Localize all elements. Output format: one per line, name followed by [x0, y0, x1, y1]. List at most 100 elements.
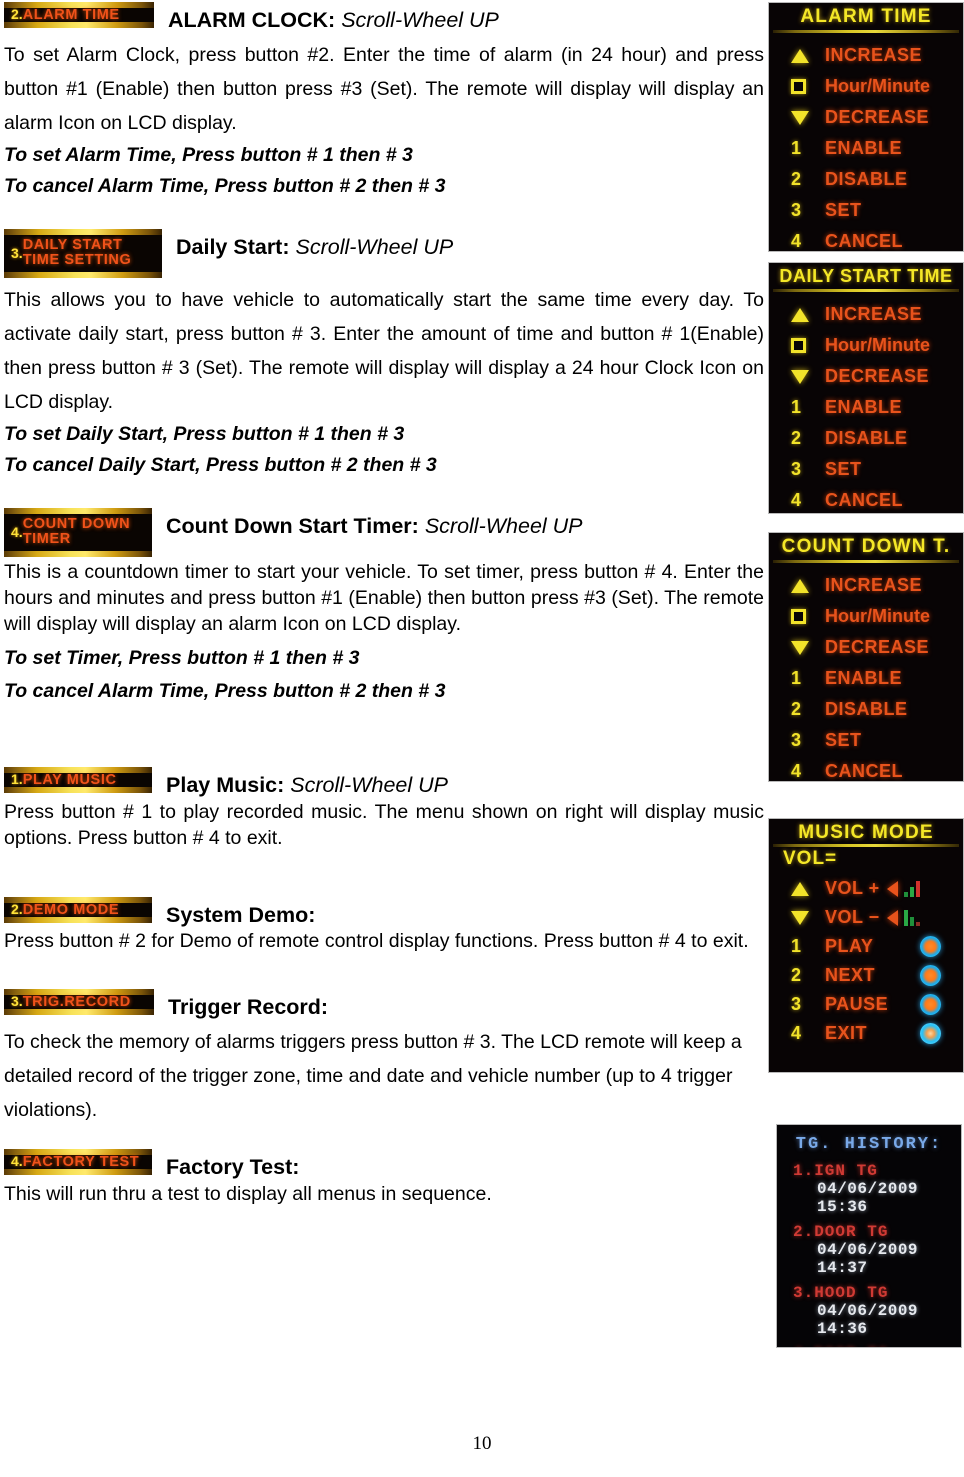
section-alarm-clock: 2.ALARM TIME ALARM CLOCK: Scroll-Wheel U…	[4, 0, 764, 202]
section-title-sub: Scroll-Wheel UP	[341, 8, 499, 32]
speaker-icon	[886, 909, 898, 926]
section-title: Daily Start: Scroll-Wheel UP	[162, 229, 453, 259]
lcd-menu-list: INCREASE Hour/Minute DECREASE 1 ENABLE 2 D…	[769, 564, 963, 781]
lcd-menu-label: INCREASE	[825, 304, 923, 324]
lcd-menu-item: 4 EXIT	[769, 1019, 963, 1048]
section-title-main: Count Down Start Timer:	[166, 513, 419, 538]
lcd-menu-item: VOL −	[769, 903, 963, 932]
lcd-menu-item: 2 DISABLE	[769, 423, 963, 454]
lcd-title: ALARM TIME	[800, 6, 932, 27]
lcd-key-number: 1	[791, 936, 802, 956]
lcd-menu-item: 3 SET	[769, 725, 963, 756]
section-count-down-timer: 4. COUNT DOWN TIMER Count Down Start Tim…	[4, 481, 764, 705]
history-entry-time: 14:36	[817, 1320, 868, 1338]
section-title-main: System Demo:	[166, 902, 316, 927]
lcd-key-number: 4	[791, 490, 802, 510]
triangle-down-icon	[791, 110, 825, 125]
lcd-panel-count-down-timer: COUNT DOWN T. INCREASE Hour/Minute DECRE…	[768, 532, 964, 782]
lcd-menu-label: EXIT	[825, 1023, 868, 1043]
section-title-main: Daily Start:	[176, 234, 290, 259]
lcd-menu-item: Hour/Minute	[769, 601, 963, 632]
lcd-menu-label: DECREASE	[825, 366, 930, 386]
history-entry: 3.HOOD TG 04/06/2009 14:36	[777, 1284, 961, 1345]
lcd-menu-item: 2 DISABLE	[769, 164, 963, 195]
section-header: 2.DEMO MODE System Demo:	[4, 896, 764, 927]
lcd-menu-item: Hour/Minute	[769, 71, 963, 102]
section-daily-start: 3. DAILY START TIME SETTING Daily Start:…	[4, 202, 764, 481]
volume-bars-low-icon	[903, 909, 922, 926]
lcd-menu-label: Hour/Minute	[825, 76, 930, 96]
section-title: Play Music: Scroll-Wheel UP	[152, 767, 448, 797]
lcd-title-bar: ALARM TIME	[769, 3, 963, 34]
history-entry-time: 15:36	[817, 1198, 868, 1216]
manual-page: 2.ALARM TIME ALARM CLOCK: Scroll-Wheel U…	[0, 0, 964, 1477]
page-number: 10	[472, 1433, 492, 1454]
lcd-menu-item: 1 PLAY	[769, 932, 963, 961]
triangle-up-icon	[791, 48, 825, 63]
lcd-key-number: 2	[791, 965, 802, 985]
next-circle-icon	[920, 965, 941, 986]
lcd-menu-item: INCREASE	[769, 570, 963, 601]
section-header: 4. COUNT DOWN TIMER Count Down Start Tim…	[4, 507, 764, 558]
square-icon	[791, 79, 825, 94]
lcd-menu-item: DECREASE	[769, 361, 963, 392]
section-header: 1.PLAY MUSIC Play Music: Scroll-Wheel UP	[4, 767, 764, 797]
section-header: 4.FACTORY TEST Factory Test:	[4, 1148, 764, 1179]
lcd-menu-label: INCREASE	[825, 45, 923, 65]
section-body: This will run thru a test to display all…	[4, 1183, 492, 1206]
history-entry-date: 04/06/2009	[817, 1241, 919, 1259]
lcd-panel-daily-start-time: DAILY START TIME INCREASE Hour/Minute DE…	[768, 262, 964, 514]
lcd-menu-item: 2 NEXT	[769, 961, 963, 990]
badge-count-down-timer: 4. COUNT DOWN TIMER	[4, 507, 152, 558]
history-entry: 2.DOOR TG 04/06/2009 14:37	[777, 1223, 961, 1284]
badge-play-music: 1.PLAY MUSIC	[4, 767, 152, 794]
lcd-menu-list: VOL + VOL − 1 PLAY 2 NEXT 3 PAUSE 4 EXIT	[769, 872, 963, 1056]
section-title-main: ALARM CLOCK:	[168, 8, 336, 32]
lcd-key-number: 3	[791, 730, 802, 750]
section-instruction: To cancel Daily Start, Press button # 2 …	[4, 453, 437, 476]
lcd-menu-label: CANCEL	[825, 761, 903, 781]
badge-alarm-time: 2.ALARM TIME	[4, 2, 154, 28]
square-icon	[791, 338, 825, 353]
badge-number: 3.	[11, 993, 23, 1010]
lcd-menu-label: SET	[825, 200, 862, 220]
lcd-menu-label: DECREASE	[825, 637, 930, 657]
lcd-key-number: 2	[791, 699, 802, 719]
badge-label: TRIG.RECORD	[22, 994, 131, 1011]
content-column: 2.ALARM TIME ALARM CLOCK: Scroll-Wheel U…	[4, 0, 764, 1207]
lcd-menu-label: DISABLE	[825, 169, 908, 189]
section-title-sub: Scroll-Wheel UP	[295, 234, 454, 259]
lcd-title: DAILY START TIME	[779, 266, 953, 286]
lcd-key-number: 3	[791, 459, 802, 479]
lcd-panel-trigger-history: TG. HISTORY: 1.IGN TG 04/06/2009 15:36 2…	[776, 1124, 962, 1348]
volume-bars-high-icon	[903, 880, 922, 897]
section-body: This is a countdown timer to start your …	[4, 561, 764, 636]
history-entry-name: 3.HOOD TG	[793, 1284, 889, 1302]
lcd-key-number: 3	[791, 200, 802, 220]
lcd-menu-item: 3 SET	[769, 195, 963, 226]
lcd-title-bar: MUSIC MODE	[769, 819, 963, 848]
lcd-menu-item: 1 ENABLE	[769, 133, 963, 164]
volume-indicator: VOL=	[783, 848, 838, 869]
lcd-menu-label: DISABLE	[825, 428, 908, 448]
lcd-menu-label: DISABLE	[825, 699, 908, 719]
lcd-menu-item: DECREASE	[769, 632, 963, 663]
badge-number: 4.	[11, 1152, 23, 1169]
section-title: Trigger Record:	[154, 989, 328, 1019]
lcd-key-number: 4	[791, 761, 802, 781]
lcd-menu-item: 2 DISABLE	[769, 694, 963, 725]
lcd-menu-label: VOL +	[825, 878, 880, 898]
lcd-key-number: 3	[791, 994, 802, 1014]
badge-factory-test: 4.FACTORY TEST	[4, 1148, 152, 1175]
section-title: Factory Test:	[152, 1149, 299, 1179]
lcd-menu-label: SET	[825, 730, 862, 750]
section-title-main: Trigger Record:	[168, 995, 329, 1020]
lcd-menu-label: PAUSE	[825, 994, 889, 1014]
badge-label: PLAY MUSIC	[22, 772, 117, 789]
section-instruction: To cancel Alarm Time, Press button # 2 t…	[4, 680, 446, 703]
lcd-menu-label: VOL −	[825, 907, 880, 927]
badge-label: DAILY START	[22, 236, 123, 253]
badge-demo-mode: 2.DEMO MODE	[4, 896, 152, 923]
lcd-title: COUNT DOWN T.	[781, 536, 951, 557]
history-entry-date: 04/06/2009	[817, 1180, 919, 1198]
